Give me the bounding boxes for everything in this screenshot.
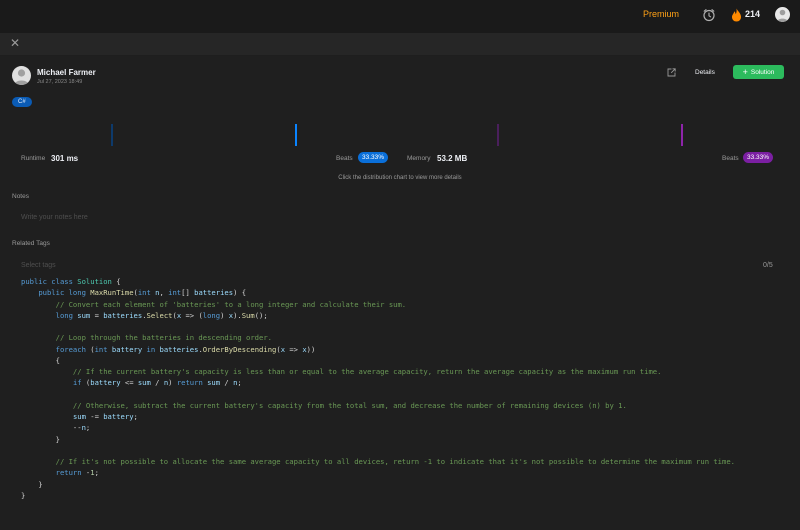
memory-label: Memory: [407, 155, 431, 162]
runtime-beats-badge: 33.33%: [358, 152, 389, 163]
close-icon[interactable]: ✕: [10, 37, 20, 49]
solution-button-label: Solution: [750, 68, 775, 76]
tags-select[interactable]: Select tags: [21, 262, 56, 269]
submission-date: Jul 27, 2023 18:49: [37, 79, 83, 85]
code-line: // Loop through the batteries in descend…: [21, 333, 272, 343]
code-line: --n;: [21, 423, 91, 433]
share-icon[interactable]: [667, 68, 676, 77]
related-tags-label: Related Tags: [12, 240, 50, 247]
runtime-distribution-bar-highlight[interactable]: [295, 124, 297, 146]
code-line: }: [21, 490, 26, 500]
code-line: if (battery <= sum / n) return sum / n;: [72, 378, 242, 388]
code-line: public long MaxRunTime(int n, int[] batt…: [38, 288, 247, 298]
plus-icon: +: [742, 66, 748, 77]
code-line: // Convert each element of 'batteries' t…: [21, 299, 407, 309]
submission-panel: ✕ Michael Farmer Jul 27, 2023 18:49 Deta…: [0, 33, 800, 530]
post-solution-button[interactable]: + Solution: [733, 65, 784, 79]
code-line: // If it's not possible to allocate the …: [21, 457, 735, 466]
flame-icon: [732, 8, 741, 22]
runtime-distribution-bar[interactable]: [111, 124, 113, 146]
runtime-beats-label: Beats: [336, 155, 353, 162]
notes-input[interactable]: Write your notes here: [21, 214, 88, 221]
notes-label: Notes: [12, 193, 29, 200]
premium-link[interactable]: Premium: [643, 9, 679, 19]
code-line: // Otherwise, subtract the current batte…: [21, 400, 627, 410]
code-block: public class Solution { public long MaxR…: [21, 276, 735, 501]
author-avatar[interactable]: [12, 66, 31, 85]
top-navbar: Premium 214: [0, 0, 800, 30]
code-line: }: [21, 434, 60, 444]
code-line: {: [21, 355, 60, 365]
tags-count: 0/5: [763, 262, 773, 269]
language-badge: C#: [12, 97, 32, 107]
distribution-hint: Click the distribution chart to view mor…: [338, 175, 462, 181]
code-line: // If the current battery's capacity is …: [21, 367, 662, 376]
panel-header: ✕: [0, 33, 800, 56]
alarm-clock-icon[interactable]: [702, 8, 716, 22]
code-line: long sum = batteries.Select(x => (long) …: [55, 310, 268, 320]
details-button[interactable]: Details: [689, 67, 721, 78]
code-line: sum -= battery;: [72, 412, 138, 421]
memory-beats-badge: 33.33%: [743, 152, 774, 163]
memory-beats-label: Beats: [722, 155, 739, 162]
memory-distribution-bar-highlight[interactable]: [681, 124, 683, 146]
author-name[interactable]: Michael Farmer: [37, 68, 96, 77]
memory-distribution-bar[interactable]: [497, 124, 499, 146]
code-line: foreach (int battery in batteries.OrderB…: [55, 344, 316, 354]
runtime-value: 301 ms: [51, 154, 79, 163]
code-line: public class Solution {: [21, 277, 121, 286]
user-avatar[interactable]: [775, 7, 790, 22]
streak-count[interactable]: 214: [745, 9, 760, 19]
memory-value: 53.2 MB: [437, 154, 468, 163]
code-line: return -1;: [55, 468, 99, 478]
runtime-label: Runtime: [21, 155, 46, 162]
code-line: }: [21, 479, 43, 489]
